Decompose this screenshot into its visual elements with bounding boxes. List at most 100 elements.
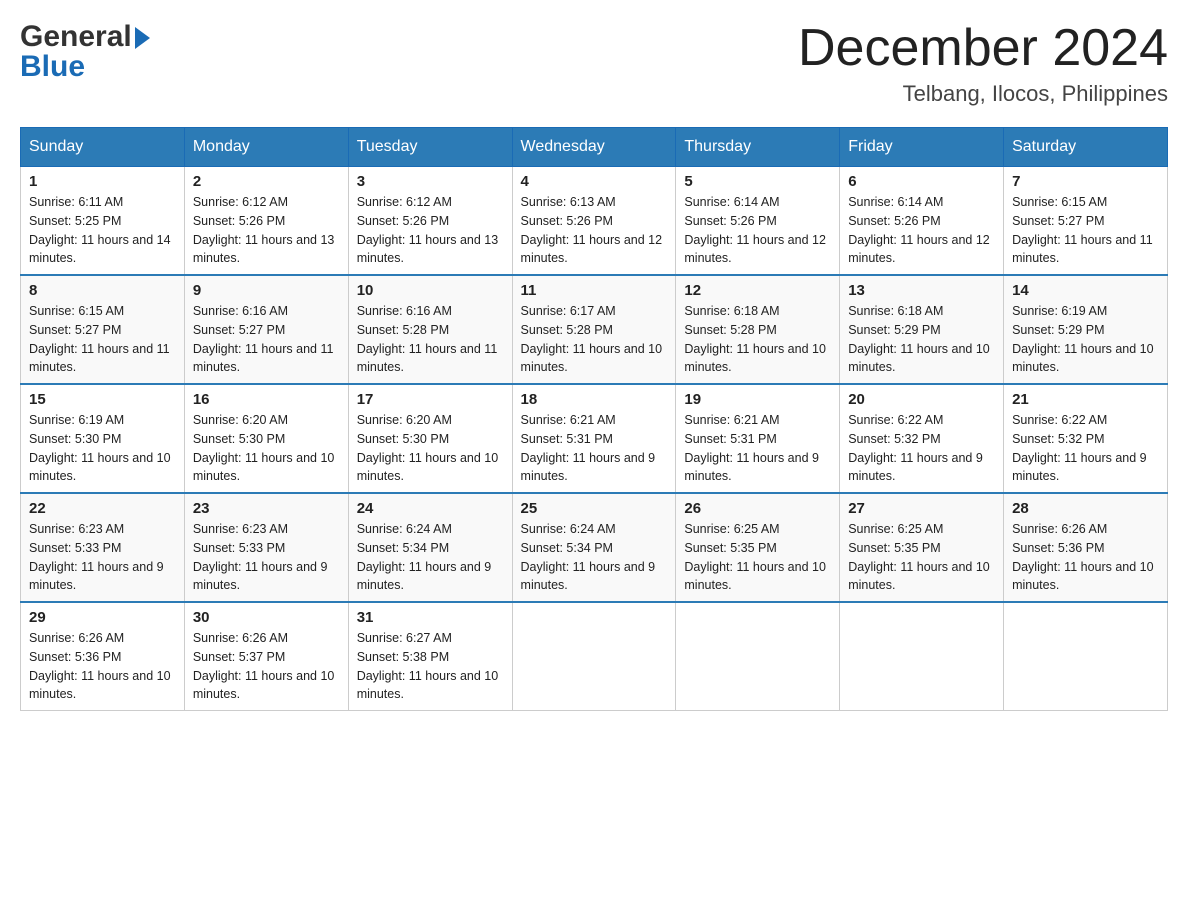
sunset-label: Sunset: 5:26 PM: [521, 214, 613, 228]
daylight-label: Daylight: 11 hours and 13 minutes.: [357, 233, 499, 266]
daylight-label: Daylight: 11 hours and 11 minutes.: [357, 342, 498, 375]
day-info: Sunrise: 6:23 AM Sunset: 5:33 PM Dayligh…: [193, 520, 340, 595]
day-info: Sunrise: 6:13 AM Sunset: 5:26 PM Dayligh…: [521, 193, 668, 268]
sunset-label: Sunset: 5:25 PM: [29, 214, 121, 228]
day-info: Sunrise: 6:16 AM Sunset: 5:28 PM Dayligh…: [357, 302, 504, 377]
day-info: Sunrise: 6:23 AM Sunset: 5:33 PM Dayligh…: [29, 520, 176, 595]
sunrise-label: Sunrise: 6:23 AM: [29, 522, 124, 536]
sunset-label: Sunset: 5:28 PM: [521, 323, 613, 337]
sunset-label: Sunset: 5:30 PM: [357, 432, 449, 446]
title-section: December 2024 Telbang, Ilocos, Philippin…: [798, 20, 1168, 107]
calendar-cell: 6 Sunrise: 6:14 AM Sunset: 5:26 PM Dayli…: [840, 167, 1004, 276]
day-number: 1: [29, 173, 176, 190]
sunrise-label: Sunrise: 6:22 AM: [848, 413, 943, 427]
month-year-title: December 2024: [798, 20, 1168, 77]
sunrise-label: Sunrise: 6:20 AM: [357, 413, 452, 427]
daylight-label: Daylight: 11 hours and 10 minutes.: [357, 451, 499, 484]
sunrise-label: Sunrise: 6:26 AM: [29, 631, 124, 645]
day-info: Sunrise: 6:18 AM Sunset: 5:28 PM Dayligh…: [684, 302, 831, 377]
sunset-label: Sunset: 5:28 PM: [684, 323, 776, 337]
calendar-week-row-1: 1 Sunrise: 6:11 AM Sunset: 5:25 PM Dayli…: [21, 167, 1168, 276]
day-info: Sunrise: 6:20 AM Sunset: 5:30 PM Dayligh…: [357, 411, 504, 486]
daylight-label: Daylight: 11 hours and 9 minutes.: [1012, 451, 1147, 484]
daylight-label: Daylight: 11 hours and 12 minutes.: [684, 233, 826, 266]
sunset-label: Sunset: 5:27 PM: [193, 323, 285, 337]
sunset-label: Sunset: 5:26 PM: [848, 214, 940, 228]
sunrise-label: Sunrise: 6:11 AM: [29, 195, 123, 209]
sunset-label: Sunset: 5:38 PM: [357, 650, 449, 664]
sunrise-label: Sunrise: 6:26 AM: [1012, 522, 1107, 536]
sunset-label: Sunset: 5:31 PM: [521, 432, 613, 446]
day-number: 24: [357, 500, 504, 517]
calendar-cell: 14 Sunrise: 6:19 AM Sunset: 5:29 PM Dayl…: [1004, 275, 1168, 384]
sunrise-label: Sunrise: 6:12 AM: [357, 195, 452, 209]
calendar-cell: [676, 602, 840, 711]
daylight-label: Daylight: 11 hours and 11 minutes.: [29, 342, 170, 375]
sunset-label: Sunset: 5:36 PM: [1012, 541, 1104, 555]
sunset-label: Sunset: 5:30 PM: [193, 432, 285, 446]
daylight-label: Daylight: 11 hours and 9 minutes.: [684, 451, 819, 484]
day-number: 21: [1012, 391, 1159, 408]
calendar-cell: 10 Sunrise: 6:16 AM Sunset: 5:28 PM Dayl…: [348, 275, 512, 384]
day-number: 12: [684, 282, 831, 299]
day-info: Sunrise: 6:26 AM Sunset: 5:36 PM Dayligh…: [29, 629, 176, 704]
sunrise-label: Sunrise: 6:20 AM: [193, 413, 288, 427]
calendar-cell: [840, 602, 1004, 711]
sunrise-label: Sunrise: 6:14 AM: [684, 195, 779, 209]
daylight-label: Daylight: 11 hours and 9 minutes.: [521, 560, 656, 593]
sunrise-label: Sunrise: 6:14 AM: [848, 195, 943, 209]
calendar-cell: 3 Sunrise: 6:12 AM Sunset: 5:26 PM Dayli…: [348, 167, 512, 276]
day-info: Sunrise: 6:14 AM Sunset: 5:26 PM Dayligh…: [848, 193, 995, 268]
calendar-cell: 4 Sunrise: 6:13 AM Sunset: 5:26 PM Dayli…: [512, 167, 676, 276]
daylight-label: Daylight: 11 hours and 11 minutes.: [1012, 233, 1153, 266]
sunrise-label: Sunrise: 6:27 AM: [357, 631, 452, 645]
day-info: Sunrise: 6:20 AM Sunset: 5:30 PM Dayligh…: [193, 411, 340, 486]
day-info: Sunrise: 6:24 AM Sunset: 5:34 PM Dayligh…: [521, 520, 668, 595]
calendar-cell: 28 Sunrise: 6:26 AM Sunset: 5:36 PM Dayl…: [1004, 493, 1168, 602]
page-header: General Blue December 2024 Telbang, Iloc…: [20, 20, 1168, 107]
sunset-label: Sunset: 5:26 PM: [193, 214, 285, 228]
day-number: 6: [848, 173, 995, 190]
daylight-label: Daylight: 11 hours and 10 minutes.: [684, 560, 826, 593]
logo-arrow-icon: [135, 27, 150, 49]
calendar-cell: 1 Sunrise: 6:11 AM Sunset: 5:25 PM Dayli…: [21, 167, 185, 276]
sunrise-label: Sunrise: 6:15 AM: [29, 304, 124, 318]
daylight-label: Daylight: 11 hours and 12 minutes.: [521, 233, 663, 266]
calendar-cell: 16 Sunrise: 6:20 AM Sunset: 5:30 PM Dayl…: [184, 384, 348, 493]
day-number: 31: [357, 609, 504, 626]
day-number: 4: [521, 173, 668, 190]
daylight-label: Daylight: 11 hours and 9 minutes.: [29, 560, 164, 593]
day-number: 20: [848, 391, 995, 408]
sunrise-label: Sunrise: 6:26 AM: [193, 631, 288, 645]
calendar-cell: 17 Sunrise: 6:20 AM Sunset: 5:30 PM Dayl…: [348, 384, 512, 493]
col-header-thursday: Thursday: [676, 128, 840, 167]
daylight-label: Daylight: 11 hours and 9 minutes.: [848, 451, 983, 484]
day-number: 5: [684, 173, 831, 190]
sunset-label: Sunset: 5:26 PM: [684, 214, 776, 228]
daylight-label: Daylight: 11 hours and 10 minutes.: [521, 342, 663, 375]
sunrise-label: Sunrise: 6:25 AM: [848, 522, 943, 536]
daylight-label: Daylight: 11 hours and 12 minutes.: [848, 233, 990, 266]
day-number: 18: [521, 391, 668, 408]
day-number: 29: [29, 609, 176, 626]
calendar-cell: 27 Sunrise: 6:25 AM Sunset: 5:35 PM Dayl…: [840, 493, 1004, 602]
calendar-cell: 9 Sunrise: 6:16 AM Sunset: 5:27 PM Dayli…: [184, 275, 348, 384]
day-info: Sunrise: 6:15 AM Sunset: 5:27 PM Dayligh…: [1012, 193, 1159, 268]
daylight-label: Daylight: 11 hours and 13 minutes.: [193, 233, 335, 266]
day-info: Sunrise: 6:19 AM Sunset: 5:30 PM Dayligh…: [29, 411, 176, 486]
sunset-label: Sunset: 5:32 PM: [1012, 432, 1104, 446]
day-info: Sunrise: 6:27 AM Sunset: 5:38 PM Dayligh…: [357, 629, 504, 704]
day-number: 13: [848, 282, 995, 299]
sunrise-label: Sunrise: 6:18 AM: [848, 304, 943, 318]
daylight-label: Daylight: 11 hours and 10 minutes.: [1012, 342, 1154, 375]
col-header-tuesday: Tuesday: [348, 128, 512, 167]
day-number: 26: [684, 500, 831, 517]
calendar-cell: 15 Sunrise: 6:19 AM Sunset: 5:30 PM Dayl…: [21, 384, 185, 493]
daylight-label: Daylight: 11 hours and 10 minutes.: [193, 451, 335, 484]
calendar-header-row: Sunday Monday Tuesday Wednesday Thursday…: [21, 128, 1168, 167]
sunrise-label: Sunrise: 6:25 AM: [684, 522, 779, 536]
daylight-label: Daylight: 11 hours and 10 minutes.: [848, 560, 990, 593]
day-number: 22: [29, 500, 176, 517]
sunset-label: Sunset: 5:33 PM: [193, 541, 285, 555]
calendar-cell: 30 Sunrise: 6:26 AM Sunset: 5:37 PM Dayl…: [184, 602, 348, 711]
